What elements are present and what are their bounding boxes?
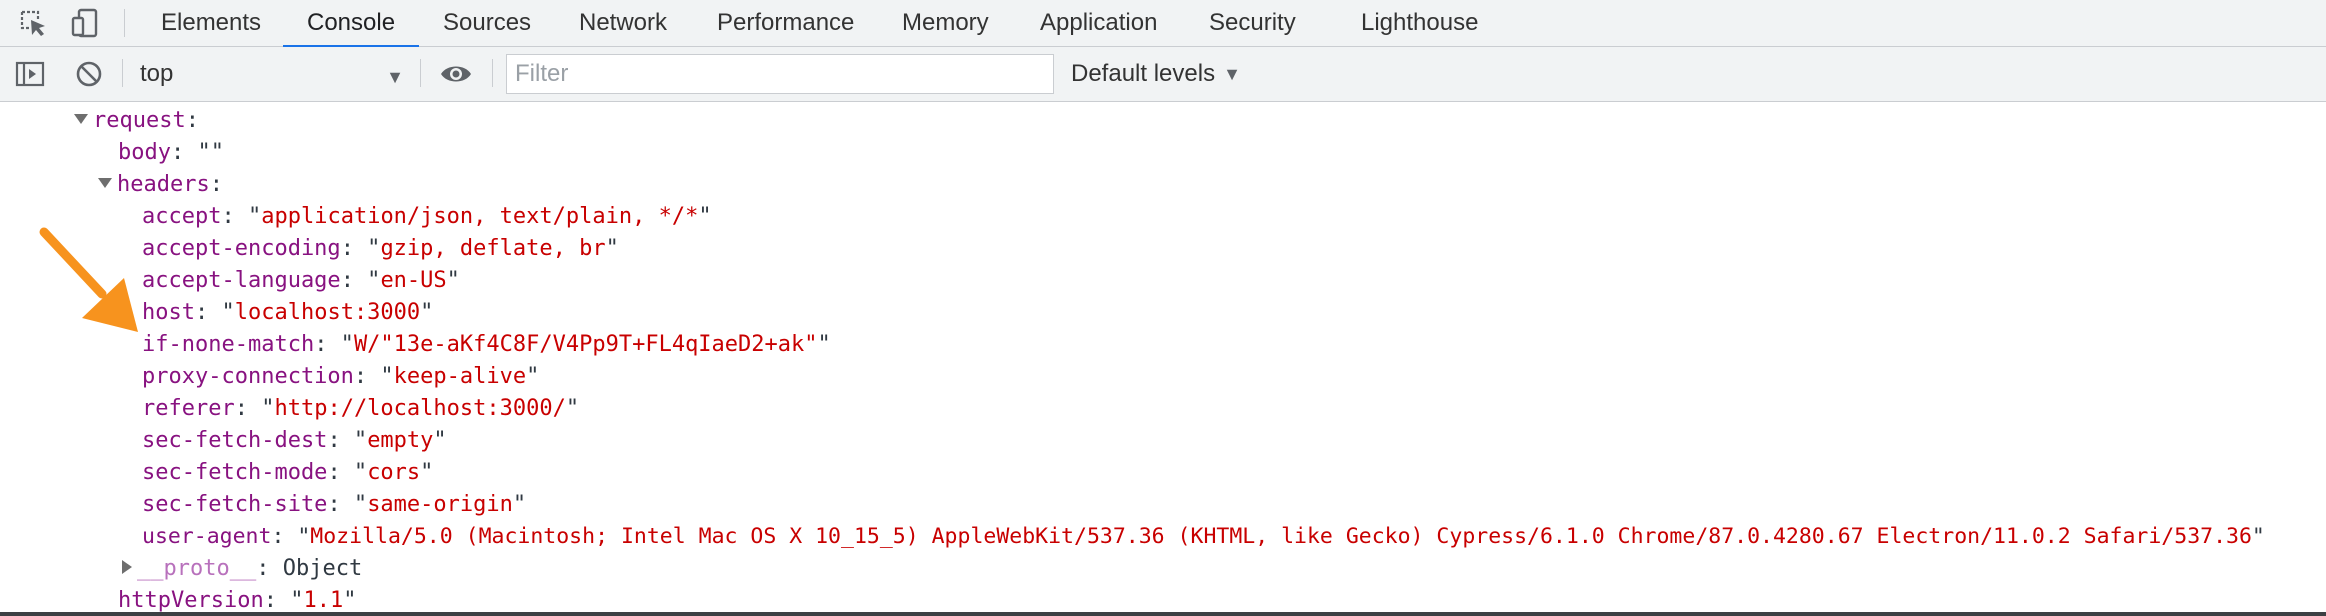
log-levels-label: Default levels: [1071, 60, 1216, 87]
tree-row-body: body: "": [118, 137, 224, 169]
property-value: "": [197, 140, 224, 165]
property-value: Mozilla/5.0 (Macintosh; Intel Mac OS X 1…: [310, 524, 2252, 549]
property-value: en-US: [380, 268, 447, 293]
property-value: keep-alive: [393, 364, 527, 389]
annotation-arrow-icon: [39, 227, 138, 332]
property-key: user-agent: [142, 524, 272, 549]
property-key: accept-encoding: [142, 236, 341, 261]
property-key: __proto__: [137, 556, 257, 581]
header-row-referer: referer: "http://localhost:3000/": [142, 396, 580, 421]
property-key: accept-language: [142, 268, 341, 293]
toolbar-divider: [122, 59, 123, 87]
tree-row-headers[interactable]: headers:: [98, 169, 223, 201]
property-key: body: [118, 140, 171, 165]
context-selector[interactable]: top ▼: [140, 57, 408, 91]
filter-input[interactable]: [506, 54, 1054, 94]
property-value: empty: [367, 428, 434, 453]
header-row-sec-fetch-mode: sec-fetch-mode: "cors": [142, 460, 434, 485]
context-label: top: [140, 60, 174, 87]
tree-row-request[interactable]: request:: [74, 105, 199, 137]
header-row-accept-language: accept-language: "en-US": [142, 268, 460, 293]
clear-console-icon[interactable]: [72, 57, 106, 91]
header-row-host: host: "localhost:3000": [142, 300, 434, 325]
property-value: localhost:3000: [234, 300, 421, 325]
property-value: Object: [282, 556, 363, 581]
tab-console[interactable]: Console: [282, 0, 420, 47]
tab-network[interactable]: Network: [573, 0, 673, 46]
property-value: http://localhost:3000/: [274, 396, 566, 421]
header-row-proxy-connection: proxy-connection: "keep-alive": [142, 364, 540, 389]
header-row-sec-fetch-site: sec-fetch-site: "same-origin": [142, 492, 527, 517]
tree-row-http-version: httpVersion: "1.1": [118, 588, 357, 613]
colon: :: [209, 172, 223, 197]
toolbar-divider: [124, 9, 125, 37]
property-key: host: [142, 300, 195, 325]
property-key: sec-fetch-dest: [142, 428, 328, 453]
tab-memory[interactable]: Memory: [896, 0, 995, 46]
tree-row-proto[interactable]: __proto__: Object: [122, 553, 362, 585]
header-row-user-agent: user-agent: "Mozilla/5.0 (Macintosh; Int…: [142, 524, 2265, 549]
property-key: request: [93, 108, 186, 133]
console-toolbar: top ▼ Default levels ▼: [0, 47, 2326, 102]
window-bottom-border: [0, 612, 2326, 616]
show-sidebar-icon[interactable]: [13, 57, 47, 91]
property-value: cors: [367, 460, 421, 485]
tab-sources[interactable]: Sources: [437, 0, 537, 46]
tab-lighthouse[interactable]: Lighthouse: [1355, 0, 1484, 46]
dropdown-caret-icon: ▼: [386, 67, 404, 87]
property-key: proxy-connection: [142, 364, 354, 389]
dropdown-caret-icon: ▼: [1223, 63, 1241, 84]
live-expression-eye-icon[interactable]: [439, 57, 473, 91]
expand-triangle-icon[interactable]: [98, 178, 112, 188]
property-key: headers: [117, 172, 210, 197]
collapsed-triangle-icon[interactable]: [122, 560, 132, 574]
toolbar-divider: [492, 59, 493, 87]
property-value: 1.1: [303, 588, 344, 613]
tab-elements[interactable]: Elements: [155, 0, 267, 46]
tab-security[interactable]: Security: [1203, 0, 1302, 46]
property-value: application/json, text/plain, */*: [261, 204, 699, 229]
header-row-accept: accept: "application/json, text/plain, *…: [142, 204, 712, 229]
colon: :: [185, 108, 199, 133]
tab-performance[interactable]: Performance: [711, 0, 860, 46]
inspect-element-icon[interactable]: [14, 0, 52, 45]
property-key: if-none-match: [142, 332, 315, 357]
header-row-if-none-match: if-none-match: "W/"13e-aKf4C8F/V4Pp9T+FL…: [142, 332, 831, 357]
console-output: request: body: "" headers: accept: "appl…: [0, 102, 2326, 614]
property-value: gzip, deflate, br: [380, 236, 606, 261]
property-key: accept: [142, 204, 222, 229]
header-row-accept-encoding: accept-encoding: "gzip, deflate, br": [142, 236, 619, 261]
property-key: referer: [142, 396, 235, 421]
property-value: same-origin: [367, 492, 513, 517]
devtools-tab-bar: Elements Console Sources Network Perform…: [0, 0, 2326, 47]
property-key: sec-fetch-site: [142, 492, 328, 517]
separator: :: [170, 140, 198, 165]
property-key: sec-fetch-mode: [142, 460, 328, 485]
header-row-sec-fetch-dest: sec-fetch-dest: "empty": [142, 428, 447, 453]
tab-application[interactable]: Application: [1034, 0, 1163, 46]
log-levels-dropdown[interactable]: Default levels ▼: [1071, 57, 1241, 91]
toolbar-divider: [420, 59, 421, 87]
expand-triangle-icon[interactable]: [74, 114, 88, 124]
property-value: W/"13e-aKf4C8F/V4Pp9T+FL4qIaeD2+ak": [353, 332, 818, 357]
device-toolbar-icon[interactable]: [66, 0, 104, 45]
property-key: httpVersion: [118, 588, 264, 613]
